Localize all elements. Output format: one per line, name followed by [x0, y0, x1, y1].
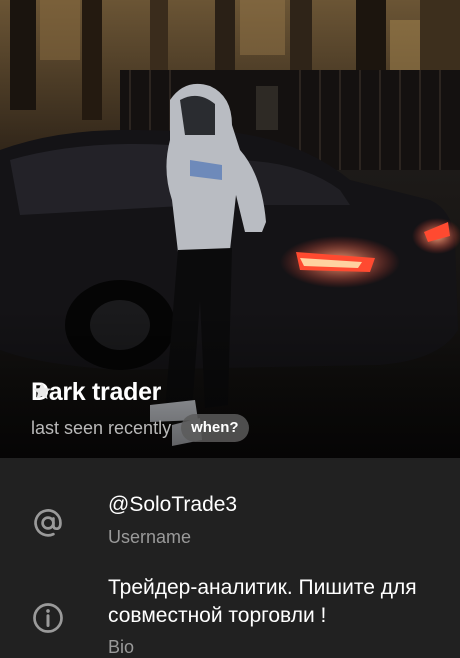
bio-text: Трейдер-аналитик. Пишите для совместной … — [108, 576, 417, 627]
username-value: @SoloTrade3 — [108, 493, 238, 516]
status-row: last seen recently when? — [31, 414, 249, 442]
profile-name-row: Dark trader — [31, 378, 167, 407]
info-icon — [33, 603, 63, 633]
profile-photo[interactable]: Dark trader last seen recently when? — [0, 0, 460, 458]
username-label: Username — [108, 527, 192, 547]
bio-label: Bio — [108, 637, 135, 657]
username-row[interactable]: @SoloTrade3 Username — [0, 458, 460, 568]
last-seen-status: last seen recently — [31, 417, 172, 438]
at-sign-icon — [34, 509, 62, 537]
profile-info-list: @SoloTrade3 Username Трейдер-аналитик. П… — [0, 458, 460, 657]
bio-row[interactable]: Трейдер-аналитик. Пишите для совместной … — [0, 568, 460, 657]
when-button[interactable]: when? — [181, 414, 249, 442]
